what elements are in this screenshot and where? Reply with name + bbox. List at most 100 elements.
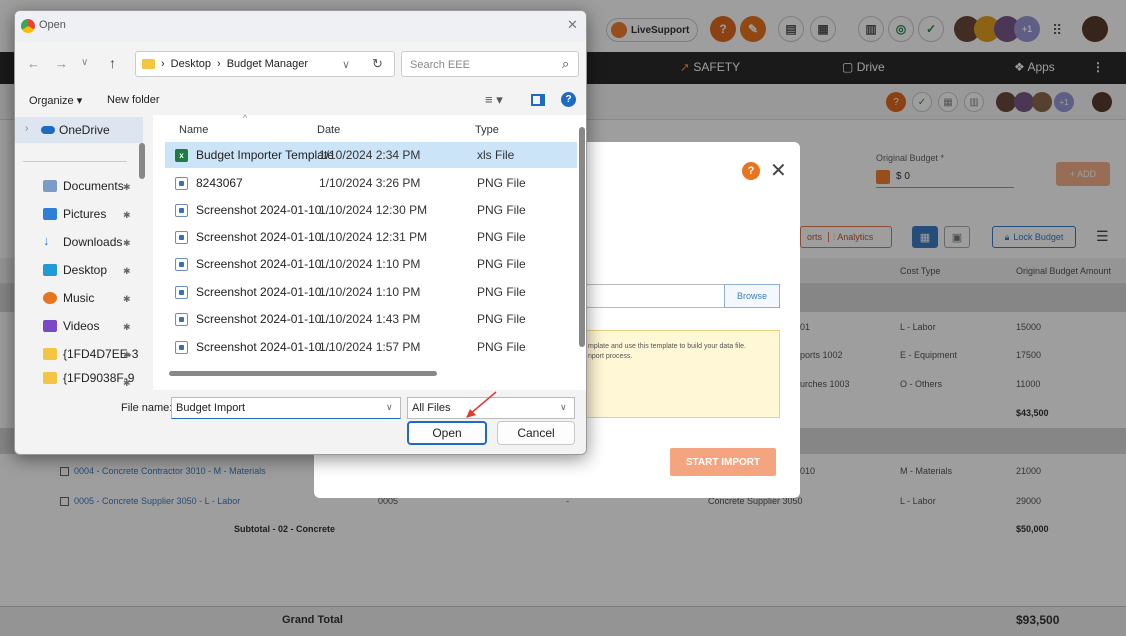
preview-pane-icon[interactable] — [531, 94, 545, 106]
start-import-button[interactable]: START IMPORT — [670, 448, 776, 476]
nav-desktop[interactable]: Desktop — [43, 259, 107, 281]
file-date: 1/10/2024 1:57 PM — [319, 340, 421, 354]
file-row[interactable]: 8243067 1/10/2024 3:26 PM PNG File — [165, 170, 577, 196]
cancel-button[interactable]: Cancel — [497, 421, 575, 445]
file-type: xls File — [477, 148, 515, 162]
file-name: Screenshot 2024-01-10... — [196, 340, 332, 354]
navigation-pane: › OneDrive Documents ✱ Pictures ✱ ↓ Downl… — [15, 115, 153, 390]
new-folder-button[interactable]: New folder — [107, 94, 160, 106]
recent-locations-icon[interactable]: ∨ — [81, 57, 88, 68]
pin-icon: ✱ — [123, 378, 131, 388]
dialog-footer: File name: Budget Import ∨ All Files ∨ O… — [15, 390, 586, 454]
nav-onedrive-label: OneDrive — [59, 123, 110, 137]
file-row[interactable]: Screenshot 2024-01-10... 1/10/2024 1:43 … — [165, 306, 577, 332]
image-file-icon — [175, 176, 188, 190]
pin-icon: ✱ — [123, 182, 131, 192]
search-icon: ⌕ — [562, 56, 570, 71]
nav-music[interactable]: Music — [43, 287, 94, 309]
breadcrumb-desktop[interactable]: Desktop — [171, 58, 211, 70]
back-icon[interactable]: ← — [27, 56, 40, 71]
search-input[interactable]: Search EEE ⌕ — [401, 51, 579, 77]
file-date: 1/10/2024 2:34 PM — [319, 148, 421, 162]
file-type: PNG File — [477, 230, 526, 244]
nav-label: Music — [63, 291, 95, 305]
search-placeholder: Search EEE — [410, 59, 470, 71]
image-file-icon — [175, 285, 188, 299]
file-name: Screenshot 2024-01-10... — [196, 230, 332, 244]
info-text-line1: mplate and use this template to build yo… — [588, 343, 746, 350]
image-file-icon — [175, 257, 188, 271]
col-type[interactable]: Type — [475, 124, 499, 136]
nav-label: Pictures — [63, 207, 107, 221]
horizontal-scrollbar[interactable] — [169, 371, 437, 376]
chevron-right-icon: › — [161, 58, 165, 70]
forward-icon[interactable]: → — [55, 56, 68, 71]
file-type: PNG File — [477, 312, 526, 326]
file-name-input[interactable]: Budget Import ∨ — [171, 397, 401, 419]
file-open-dialog: Open ✕ ← → ∨ ↑ › Desktop › Budget Manage… — [14, 10, 587, 455]
excel-file-icon: x — [175, 148, 188, 162]
chevron-down-icon[interactable]: ∨ — [386, 402, 393, 413]
view-options-icon[interactable]: ≡ ▾ — [485, 92, 503, 108]
address-bar-row: ← → ∨ ↑ › Desktop › Budget Manager ∨ ↻ S… — [15, 45, 586, 85]
nav-label: Downloads — [63, 235, 123, 249]
dialog-toolbar: Organize ▾ New folder ≡ ▾ ? — [15, 87, 586, 115]
file-date: 1/10/2024 12:30 PM — [319, 203, 428, 217]
file-row[interactable]: Screenshot 2024-01-10... 1/10/2024 1:57 … — [165, 334, 577, 360]
help-icon[interactable]: ? — [561, 92, 576, 107]
file-row[interactable]: x Budget Importer Template 1/10/2024 2:34… — [165, 142, 577, 168]
folder-icon — [43, 372, 57, 384]
pictures-icon — [43, 208, 57, 220]
nav-label: Documents — [63, 179, 124, 193]
col-name[interactable]: Name — [179, 124, 208, 136]
vertical-scrollbar[interactable] — [579, 127, 585, 347]
pin-icon: ✱ — [123, 266, 131, 276]
file-name-label: File name: — [121, 402, 173, 414]
nav-scrollbar[interactable] — [139, 143, 145, 179]
file-list-header: ^ Name Date Type — [153, 113, 577, 141]
info-box: mplate and use this template to build yo… — [584, 330, 780, 418]
breadcrumb-budget-manager[interactable]: Budget Manager — [227, 58, 308, 70]
music-icon — [43, 292, 57, 304]
file-row[interactable]: Screenshot 2024-01-10... 1/10/2024 1:10 … — [165, 251, 577, 277]
address-bar[interactable]: › Desktop › Budget Manager ∨ ↻ — [135, 51, 395, 77]
pin-icon: ✱ — [123, 350, 131, 360]
file-name: Screenshot 2024-01-10... — [196, 203, 332, 217]
nav-label: Desktop — [63, 263, 108, 277]
nav-divider — [23, 161, 127, 162]
refresh-icon[interactable]: ↻ — [372, 56, 383, 72]
up-icon[interactable]: ↑ — [109, 55, 116, 71]
file-type: PNG File — [477, 176, 526, 190]
file-name-value: Budget Import — [176, 402, 246, 414]
file-row[interactable]: Screenshot 2024-01-10... 1/10/2024 1:10 … — [165, 279, 577, 305]
chevron-down-icon[interactable]: ∨ — [342, 58, 350, 71]
nav-pictures[interactable]: Pictures — [43, 203, 106, 225]
nav-downloads[interactable]: ↓ Downloads — [43, 231, 122, 253]
help-icon[interactable]: ? — [742, 162, 760, 180]
nav-videos[interactable]: Videos — [43, 315, 99, 337]
nav-documents[interactable]: Documents — [43, 175, 124, 197]
file-row[interactable]: Screenshot 2024-01-10... 1/10/2024 12:30… — [165, 197, 577, 223]
image-file-icon — [175, 230, 188, 244]
nav-folder[interactable]: {1FD9038F-9 — [43, 371, 134, 385]
chrome-icon — [21, 19, 35, 33]
file-name: Screenshot 2024-01-10... — [196, 257, 332, 271]
file-row[interactable]: Screenshot 2024-01-10... 1/10/2024 12:31… — [165, 224, 577, 250]
file-date: 1/10/2024 1:43 PM — [319, 312, 421, 326]
close-icon[interactable]: ✕ — [567, 17, 578, 33]
col-date[interactable]: Date — [317, 124, 340, 136]
folder-icon — [43, 348, 57, 360]
close-icon[interactable]: ✕ — [770, 158, 787, 183]
chevron-right-icon: › — [25, 123, 29, 134]
dialog-title: Open — [39, 19, 66, 31]
pin-icon: ✱ — [123, 210, 131, 220]
videos-icon — [43, 320, 57, 332]
pin-icon: ✱ — [123, 294, 131, 304]
nav-onedrive[interactable]: › OneDrive — [15, 117, 143, 143]
browse-button[interactable]: Browse — [724, 284, 780, 308]
image-file-icon — [175, 203, 188, 217]
file-name: 8243067 — [196, 176, 243, 190]
cloud-icon — [41, 126, 55, 134]
organize-menu[interactable]: Organize ▾ — [29, 94, 82, 107]
folder-icon — [142, 59, 155, 69]
